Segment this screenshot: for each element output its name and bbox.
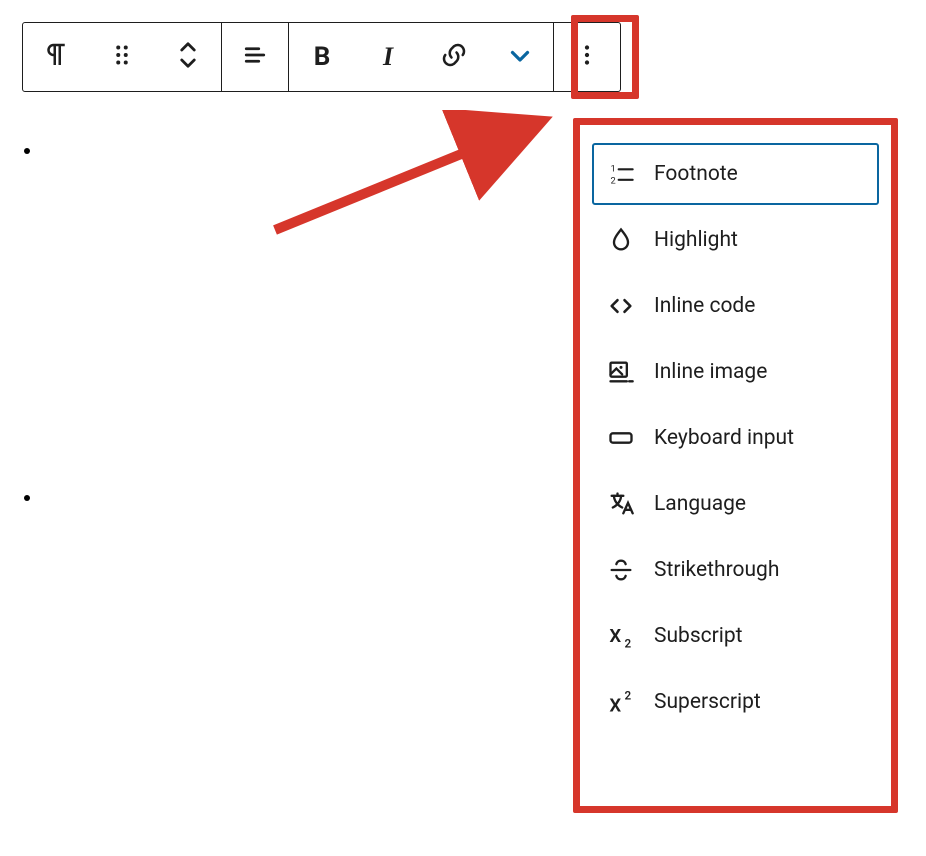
menu-item-subscript[interactable]: X 2 Subscript [592,605,879,667]
toolbar-group-align [222,23,289,91]
menu-item-language[interactable]: Language [592,473,879,535]
drag-handle-button[interactable] [89,23,155,91]
link-icon [439,40,469,74]
more-vertical-icon [572,40,602,74]
more-formats-button[interactable] [487,23,553,91]
align-button[interactable] [222,23,288,91]
menu-item-highlight[interactable]: Highlight [592,209,879,271]
menu-item-label: Language [654,492,865,516]
menu-item-label: Subscript [654,624,865,648]
superscript-icon: X 2 [606,687,636,717]
menu-item-label: Inline image [654,360,865,384]
svg-text:1: 1 [611,164,616,175]
menu-item-label: Highlight [654,228,865,252]
svg-text:2: 2 [625,689,632,703]
highlight-icon [606,225,636,255]
language-icon [606,489,636,519]
strikethrough-icon [606,555,636,585]
move-up-down-icon [173,40,203,74]
list-bullet [24,148,30,154]
subscript-icon: X 2 [606,621,636,651]
menu-item-label: Inline code [654,294,865,318]
menu-item-label: Footnote [654,162,865,186]
drag-handle-icon [107,40,137,74]
svg-text:X: X [609,694,621,716]
footnote-icon: 1 2 [606,159,636,189]
bold-icon: B [314,42,331,72]
menu-item-inline-image[interactable]: Inline image [592,341,879,403]
options-button[interactable] [554,23,620,91]
menu-item-label: Keyboard input [654,426,865,450]
menu-item-label: Superscript [654,690,865,714]
keyboard-input-icon [606,423,636,453]
italic-icon: I [383,42,393,72]
toolbar-group-format: B I [289,23,554,91]
menu-item-superscript[interactable]: X 2 Superscript [592,671,879,733]
menu-item-keyboard-input[interactable]: Keyboard input [592,407,879,469]
inline-code-icon [606,291,636,321]
list-bullet [24,495,30,501]
more-formats-menu: 1 2 Footnote Highlight Inline code [580,125,891,751]
svg-text:2: 2 [611,175,616,186]
bold-button[interactable]: B [289,23,355,91]
move-button[interactable] [155,23,221,91]
menu-item-footnote[interactable]: 1 2 Footnote [592,143,879,205]
svg-text:2: 2 [625,637,632,650]
chevron-down-icon [505,40,535,74]
annotation-arrow [265,110,555,240]
menu-item-label: Strikethrough [654,558,865,582]
block-toolbar: B I [22,22,621,92]
menu-item-inline-code[interactable]: Inline code [592,275,879,337]
italic-button[interactable]: I [355,23,421,91]
align-icon [240,40,270,74]
menu-item-strikethrough[interactable]: Strikethrough [592,539,879,601]
toolbar-group-options [554,23,620,91]
svg-text:X: X [609,625,621,647]
link-button[interactable] [421,23,487,91]
paragraph-button[interactable] [23,23,89,91]
toolbar-group-block [23,23,222,91]
inline-image-icon [606,357,636,387]
paragraph-icon [41,40,71,74]
